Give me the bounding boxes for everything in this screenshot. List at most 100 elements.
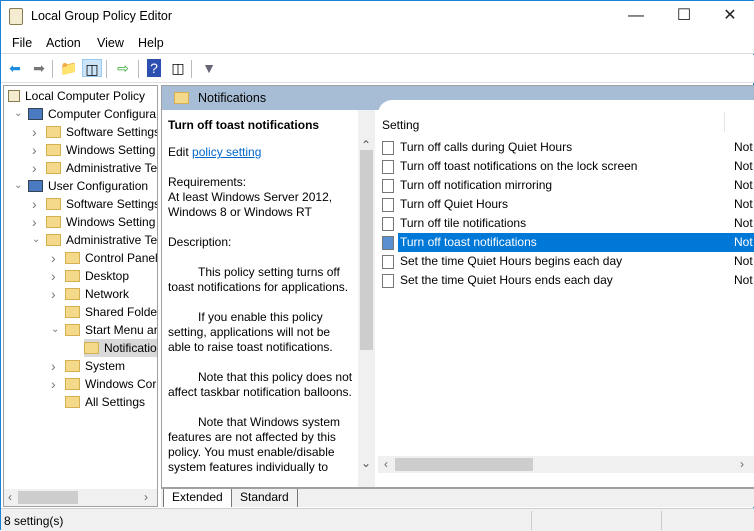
list-item[interactable]: Turn off Quiet Hours Not: [380, 195, 754, 214]
back-icon[interactable]: ⬅: [5, 59, 25, 77]
chevron-right-icon[interactable]: ›: [51, 267, 56, 285]
chevron-right-icon[interactable]: ›: [51, 285, 56, 303]
setting-name: Turn off toast notifications on the lock…: [400, 159, 638, 173]
tree-node[interactable]: › Windows Cor: [51, 375, 157, 393]
setting-name: Set the time Quiet Hours begins each day: [400, 254, 623, 268]
chevron-right-icon[interactable]: ›: [51, 375, 56, 393]
list-item[interactable]: Set the time Quiet Hours begins each day…: [380, 252, 754, 271]
help-icon[interactable]: ?: [147, 59, 161, 77]
tree-node[interactable]: ⌄ Computer Configura: [14, 105, 157, 123]
list-horizontal-scrollbar[interactable]: ‹ ›: [378, 456, 754, 473]
settings-list: Setting ‹ › Turn off calls during Quiet …: [378, 100, 754, 487]
maximize-button[interactable]: ☐: [661, 1, 707, 31]
tree-node-label: Network: [85, 287, 130, 301]
tree-node[interactable]: › Network: [51, 285, 130, 303]
computer-icon: [28, 108, 43, 120]
column-header-setting[interactable]: Setting: [382, 118, 419, 132]
tree-node-label: Notificatio: [104, 341, 157, 355]
policy-setting-icon: [382, 160, 394, 174]
extended-description: Turn off toast notifications Edit policy…: [162, 110, 375, 487]
chevron-right-icon[interactable]: ›: [32, 213, 37, 231]
chevron-right-icon[interactable]: ›: [32, 123, 37, 141]
edit-prefix: Edit: [168, 145, 193, 159]
chevron-right-icon[interactable]: ›: [32, 141, 37, 159]
folder-icon: [65, 396, 80, 408]
window-title: Local Group Policy Editor: [31, 9, 173, 23]
chevron-down-icon[interactable]: ⌄: [32, 231, 40, 249]
setting-name: Set the time Quiet Hours ends each day: [400, 273, 613, 287]
tree-node[interactable]: › Administrative Te: [32, 159, 157, 177]
filter-icon[interactable]: ▼: [199, 59, 219, 77]
list-item[interactable]: Turn off tile notifications Not: [380, 214, 754, 233]
tab-extended[interactable]: Extended: [163, 489, 232, 507]
setting-state: Not: [734, 140, 753, 154]
folder-icon: [65, 306, 80, 318]
list-item[interactable]: Turn off toast notifications on the lock…: [380, 157, 754, 176]
show-hide-action-pane-icon[interactable]: ◫: [168, 59, 188, 77]
menu-bar: File Action View Help: [1, 33, 754, 54]
show-hide-tree-icon[interactable]: ◫: [82, 59, 102, 77]
tree-node[interactable]: Local Computer Policy: [8, 87, 145, 105]
tree-node[interactable]: › System: [51, 357, 125, 375]
list-item[interactable]: Turn off notification mirroring Not: [380, 176, 754, 195]
title-bar: Local Group Policy Editor — ☐ ✕: [1, 1, 754, 33]
tree-node-label: Local Computer Policy: [25, 89, 146, 103]
toolbar: ⬅ ➡ 📁 ◫ ⇨ ? ◫ ▼: [1, 55, 754, 83]
up-folder-icon[interactable]: 📁: [59, 59, 79, 77]
tree-node[interactable]: › Windows Setting: [32, 213, 156, 231]
setting-name: Turn off calls during Quiet Hours: [400, 140, 573, 154]
tree-horizontal-scrollbar[interactable]: ‹ ›: [4, 489, 157, 506]
tree-node-label: Computer Configura: [48, 107, 157, 121]
tab-standard[interactable]: Standard: [231, 489, 298, 507]
menu-view[interactable]: View: [97, 36, 124, 50]
tree-node[interactable]: ⌄ Start Menu ar: [51, 321, 157, 339]
list-item[interactable]: Set the time Quiet Hours ends each day No…: [380, 271, 754, 290]
description-label: Description:: [168, 235, 232, 249]
tree-node[interactable]: ⌄ User Configuration: [14, 177, 149, 195]
menu-help[interactable]: Help: [138, 36, 164, 50]
tree-node[interactable]: › Windows Setting: [32, 141, 155, 159]
description-p1: This policy setting turns off toast noti…: [168, 265, 349, 294]
tree-node[interactable]: Shared Folder: [65, 303, 157, 321]
menu-action[interactable]: Action: [46, 36, 81, 50]
tree-node-label: Windows Setting: [66, 215, 156, 229]
chevron-right-icon[interactable]: ›: [51, 249, 56, 267]
folder-icon: [46, 162, 61, 174]
chevron-down-icon[interactable]: ⌄: [14, 177, 22, 195]
tree-node[interactable]: All Settings: [65, 393, 145, 411]
chevron-right-icon[interactable]: ›: [51, 357, 56, 375]
folder-icon: [65, 378, 80, 390]
tree-node-label: Windows Cor: [85, 377, 157, 391]
close-button[interactable]: ✕: [707, 1, 753, 31]
description-vertical-scrollbar[interactable]: ⌃ ⌄: [358, 110, 375, 487]
chevron-down-icon[interactable]: ⌄: [14, 105, 22, 123]
description-p3: Note that this policy does not affect ta…: [168, 370, 353, 399]
scroll-down-icon[interactable]: ⌄: [361, 456, 371, 470]
tree-node[interactable]: › Software Settings: [32, 123, 157, 141]
tree-node-label: User Configuration: [48, 179, 149, 193]
chevron-right-icon[interactable]: ›: [32, 195, 37, 213]
minimize-button[interactable]: —: [613, 1, 659, 31]
folder-icon: [46, 126, 61, 138]
setting-state: Not: [734, 254, 753, 268]
list-item[interactable]: Turn off toast notifications Not: [380, 233, 754, 252]
folder-icon: [65, 360, 80, 372]
setting-state: Not: [734, 178, 753, 192]
view-tabs: Extended Standard: [161, 488, 754, 507]
edit-policy-link[interactable]: policy setting: [192, 145, 261, 159]
tree-node[interactable]: › Desktop: [51, 267, 129, 285]
tree-node[interactable]: › Software Settings: [32, 195, 157, 213]
menu-file[interactable]: File: [12, 36, 32, 50]
tree-node[interactable]: Notificatio: [84, 339, 157, 357]
list-item[interactable]: Turn off calls during Quiet Hours Not: [380, 138, 754, 157]
tree-node-label: All Settings: [85, 395, 146, 409]
export-list-icon[interactable]: ⇨: [113, 59, 133, 77]
chevron-down-icon[interactable]: ⌄: [51, 321, 59, 339]
tree-node[interactable]: › Control Panel: [51, 249, 157, 267]
header-title: Notifications: [198, 91, 267, 105]
chevron-right-icon[interactable]: ›: [32, 159, 37, 177]
tree-node[interactable]: ⌄ Administrative Te: [32, 231, 157, 249]
forward-icon[interactable]: ➡: [29, 59, 49, 77]
folder-icon: [65, 270, 80, 282]
setting-state: Not: [734, 235, 753, 249]
